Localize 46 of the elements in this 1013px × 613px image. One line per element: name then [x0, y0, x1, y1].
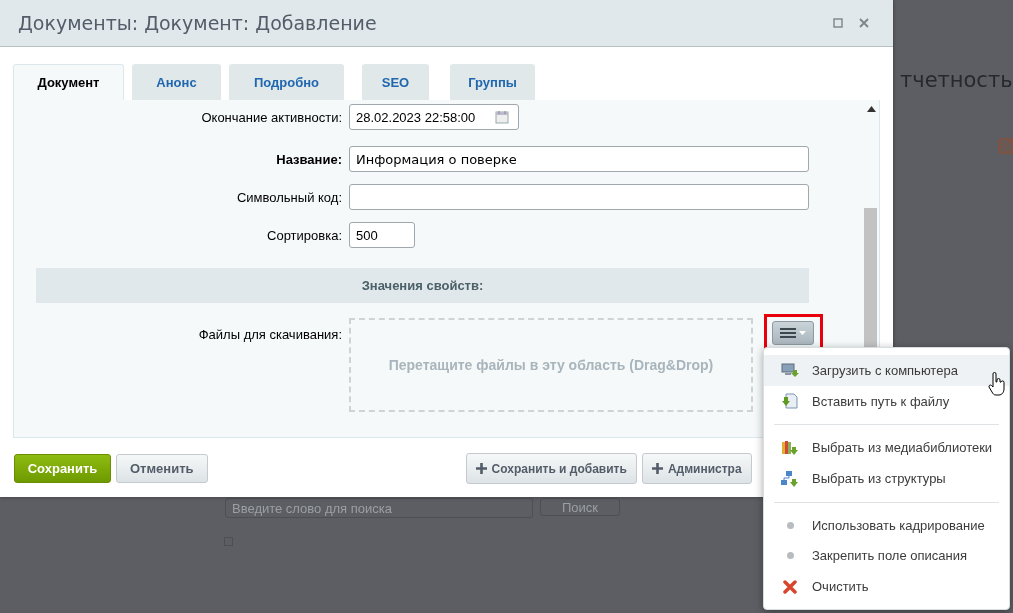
delete-icon — [783, 579, 797, 594]
calendar-icon[interactable] — [495, 110, 509, 124]
bullet-icon — [786, 521, 794, 529]
menu-item[interactable]: Загрузить с компьютера — [764, 355, 1009, 386]
plus-icon — [651, 463, 663, 474]
search-field[interactable]: Введите слово для поиска — [225, 498, 533, 518]
date-field[interactable]: 28.02.2023 22:58:00 — [349, 104, 519, 130]
maximize-icon[interactable] — [833, 18, 843, 28]
tab[interactable]: SEO — [362, 64, 429, 100]
menu-item[interactable]: Использовать кадрирование — [764, 509, 1009, 541]
menu-item[interactable]: Вставить путь к файлу — [764, 385, 1009, 417]
computer-download-icon — [781, 362, 799, 379]
tab[interactable]: Подробно — [229, 64, 344, 100]
dialog-button[interactable]: Отменить — [116, 454, 208, 483]
section-title: Значения свойств: — [361, 278, 484, 293]
tab[interactable]: Группы — [450, 64, 535, 100]
menu-icon — [780, 328, 796, 338]
menu-item[interactable]: Очистить — [764, 571, 1009, 602]
hand-cursor-icon — [988, 372, 1006, 396]
field-label: Символьный код: — [235, 189, 342, 205]
tab[interactable]: Анонс — [132, 64, 221, 100]
menu-button[interactable] — [772, 321, 814, 345]
drop-zone-hint: Перетащите файлы в эту область (Drag&Drop) — [388, 357, 714, 373]
menu-item[interactable]: Выбрать из медиабиблиотеки — [764, 432, 1009, 464]
menu-item[interactable]: Выбрать из структуры — [764, 463, 1009, 494]
text-field[interactable]: 500 — [349, 222, 415, 248]
scroll-up-icon[interactable] — [866, 106, 876, 112]
field-label: Окончание активности: — [200, 109, 342, 125]
field-label: Сортировка: — [266, 227, 342, 243]
menu-item[interactable]: Закрепить поле описания — [764, 540, 1009, 572]
plus-icon — [475, 463, 487, 474]
file-download-icon — [781, 393, 799, 410]
tab[interactable]: Документ — [13, 64, 124, 100]
dialog-button[interactable]: Администра — [641, 453, 752, 484]
caret-icon — [799, 331, 806, 335]
text-field[interactable]: Информация о поверке — [349, 146, 809, 172]
bullet-icon — [786, 552, 794, 560]
structure-download-icon — [781, 470, 799, 487]
field-label: Файлы для скачивания: — [197, 326, 342, 344]
window-title: Документы: Документ: Добавление — [18, 12, 378, 34]
text-field[interactable] — [349, 184, 809, 210]
page-heading: тчетность — [900, 68, 1013, 92]
dialog-button[interactable]: Сохранить и добавить — [465, 453, 637, 484]
books-download-icon — [781, 439, 799, 456]
field-label: Название: — [275, 151, 342, 167]
close-icon[interactable] — [859, 18, 869, 28]
